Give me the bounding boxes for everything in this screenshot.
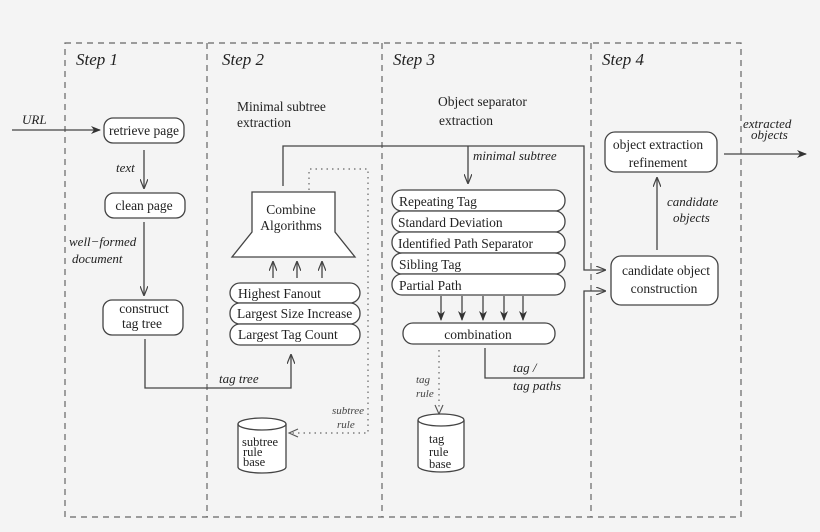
candidate-objects-label-line2: objects [673, 210, 710, 225]
construction-label-line1: candidate object [622, 263, 710, 278]
combination-label: combination [444, 327, 512, 342]
algorithm-largest-tag-count[interactable]: Largest Tag Count [229, 323, 361, 346]
algorithm-list: Highest Fanout Largest Size Increase Lar… [229, 282, 361, 346]
clean-page-label: clean page [115, 198, 172, 213]
diagram-canvas: Step 1 Step 2 Step 3 Step 4 Minimal subt… [12, 42, 807, 518]
object-extraction-refinement-node[interactable]: object extraction refinement [604, 131, 718, 173]
tag-paths-label-line1: tag / [513, 360, 538, 375]
candidate-objects-label-line1: candidate [667, 194, 718, 209]
step-2-title: Step 2 [222, 50, 265, 69]
subtree-rule-label-line2: rule [337, 419, 355, 431]
step-4-title: Step 4 [602, 50, 645, 69]
heuristic-label: Identified Path Separator [398, 236, 533, 251]
tag-rule-label-line1: tag [416, 374, 431, 386]
wellformed-label-line1: well−formed [69, 234, 137, 249]
heuristic-label: Standard Deviation [398, 215, 503, 230]
combine-algorithms-node[interactable]: Combine Algorithms [230, 191, 357, 258]
candidate-object-construction-node[interactable]: candidate object construction [610, 255, 719, 306]
heuristic-label: Sibling Tag [399, 257, 461, 272]
heuristic-label: Partial Path [399, 278, 462, 293]
heuristic-list: Repeating Tag Standard Deviation Identif… [391, 189, 566, 296]
construct-tag-tree-node[interactable]: construct tag tree [102, 299, 184, 336]
refinement-label-line2: refinement [629, 155, 688, 170]
tag-rule-base-line3: base [429, 457, 452, 471]
heuristic-identified-path-separator[interactable]: Identified Path Separator [391, 231, 566, 254]
tag-paths-label-line2: tag paths [513, 378, 561, 393]
algorithm-label: Largest Tag Count [238, 327, 338, 342]
step-2-subtitle-line2: extraction [237, 115, 291, 130]
url-label: URL [22, 112, 47, 127]
step-1-title: Step 1 [76, 50, 118, 69]
algorithm-label: Highest Fanout [238, 286, 321, 301]
tag-tree-label: tag tree [219, 371, 259, 386]
algorithm-label: Largest Size Increase [237, 306, 352, 321]
subtree-rule-base-db[interactable]: subtree rule base [237, 417, 287, 474]
step-3-subtitle-line2: extraction [439, 113, 493, 128]
step-3-subtitle-line1: Object separator [438, 94, 527, 109]
clean-page-node[interactable]: clean page [104, 192, 186, 219]
heuristic-partial-path[interactable]: Partial Path [391, 273, 566, 296]
retrieve-page-label: retrieve page [109, 123, 179, 138]
heuristic-sibling-tag[interactable]: Sibling Tag [391, 252, 566, 275]
tag-rule-base-db[interactable]: tag rule base [417, 413, 465, 473]
step-3-title: Step 3 [393, 50, 435, 69]
construct-tag-tree-label-line1: construct [119, 301, 169, 316]
subtree-rule-label-line1: subtree [332, 405, 364, 417]
combine-label-line2: Algorithms [260, 218, 322, 233]
step-2-subtitle-line1: Minimal subtree [237, 99, 326, 114]
construction-label-line2: construction [631, 281, 698, 296]
minimal-subtree-label: minimal subtree [473, 148, 557, 163]
heuristic-label: Repeating Tag [399, 194, 477, 209]
tag-tree-arrow [144, 339, 291, 389]
subtree-rule-base-line3: base [243, 455, 266, 469]
algorithm-highest-fanout[interactable]: Highest Fanout [229, 282, 361, 304]
combination-node[interactable]: combination [402, 322, 556, 345]
retrieve-page-node[interactable]: retrieve page [103, 117, 185, 144]
wellformed-label-line2: document [72, 251, 123, 266]
algorithm-largest-size-increase[interactable]: Largest Size Increase [229, 302, 361, 325]
tag-rule-label-line2: rule [416, 388, 434, 400]
refinement-label-line1: object extraction [613, 137, 704, 152]
extracted-objects-label-line2: objects [751, 127, 788, 142]
combine-label-line1: Combine [266, 202, 316, 217]
minimal-subtree-line [282, 145, 468, 186]
construct-tag-tree-label-line2: tag tree [122, 316, 162, 331]
tag-rule-base-line1: tag [429, 432, 445, 446]
heuristic-standard-deviation[interactable]: Standard Deviation [391, 210, 566, 233]
heuristic-repeating-tag[interactable]: Repeating Tag [391, 189, 566, 212]
text-label: text [116, 160, 135, 175]
